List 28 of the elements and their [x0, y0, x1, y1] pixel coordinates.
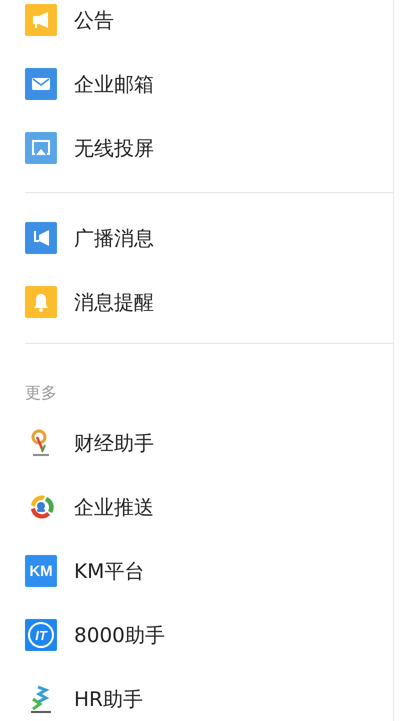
menu-item[interactable]: IT 8000助手 — [0, 603, 393, 667]
menu-item-label: 公告 — [74, 6, 114, 34]
megaphone-icon — [25, 4, 57, 36]
menu-item[interactable]: 广播消息 — [0, 206, 393, 270]
app-icon: KM — [25, 555, 57, 587]
menu-item[interactable]: 企业推送 — [0, 475, 393, 539]
menu-item-label: 企业推送 — [74, 494, 154, 520]
menu-item[interactable]: 公告 — [0, 0, 393, 52]
menu-item-label: 财经助手 — [74, 430, 154, 456]
screen-cast-icon — [25, 132, 57, 164]
menu-item[interactable]: 企业邮箱 — [0, 52, 393, 116]
speaker-icon — [25, 222, 57, 254]
menu-item[interactable]: 财经助手 — [0, 411, 393, 475]
menu-item[interactable]: 消息提醒 — [0, 270, 393, 334]
menu-item[interactable]: 无线投屏 — [0, 116, 393, 180]
menu-item-label: HR助手 — [74, 686, 143, 712]
menu-item[interactable]: KM KM平台 — [0, 539, 393, 603]
section-title: 更多 — [24, 382, 57, 404]
menu-item-label: 企业邮箱 — [74, 70, 154, 98]
menu-item-label: 无线投屏 — [74, 134, 154, 162]
menu-item-label: 8000助手 — [74, 622, 165, 648]
menu-item-label: 消息提醒 — [74, 288, 154, 316]
app-icon: IT — [25, 619, 57, 651]
bell-icon — [25, 286, 57, 318]
menu-item[interactable]: HR助手 — [0, 667, 393, 721]
envelope-icon — [25, 68, 57, 100]
menu-item-label: KM平台 — [74, 558, 144, 584]
menu-item-label: 广播消息 — [74, 224, 154, 252]
